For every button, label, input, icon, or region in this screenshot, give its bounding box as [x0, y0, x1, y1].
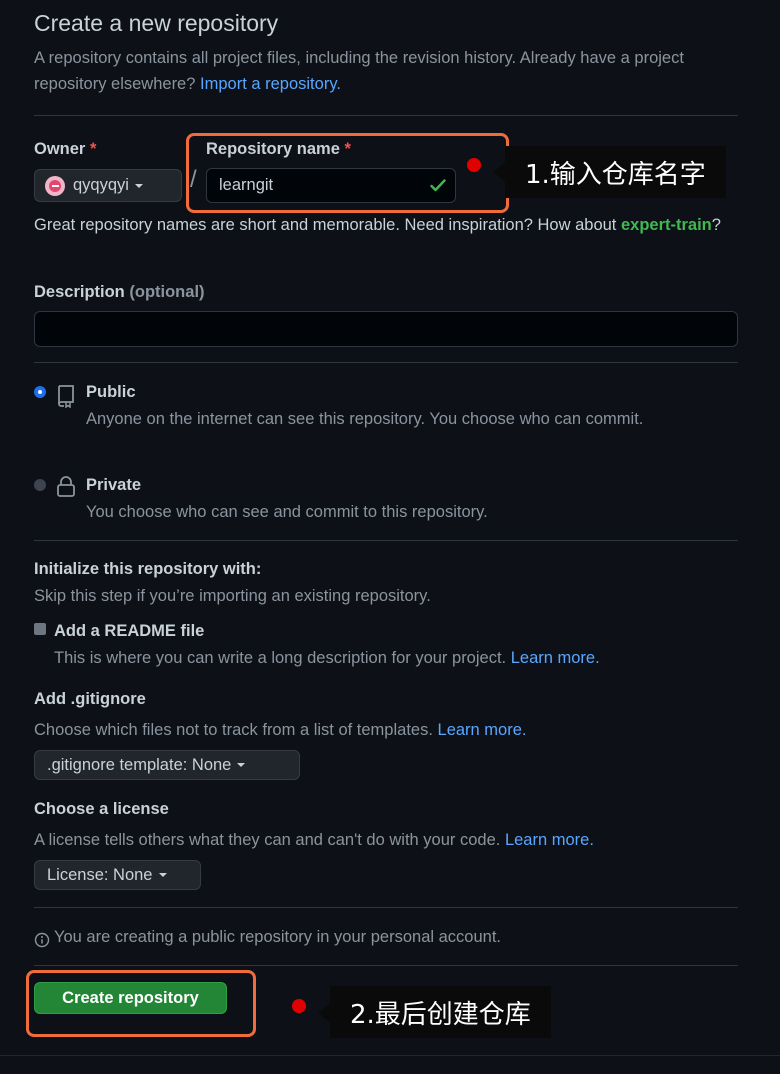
- gitignore-select-label: .gitignore template: None: [47, 755, 232, 774]
- repo-name-hint: Great repository names are short and mem…: [34, 212, 744, 238]
- callout-pointer: [318, 1003, 330, 1023]
- readme-title: Add a README file: [54, 622, 205, 640]
- repo-icon: [58, 385, 74, 408]
- public-title: Public: [86, 383, 136, 401]
- page-bottom-divider: [0, 1055, 780, 1056]
- owner-name: qyqyqyi: [73, 176, 129, 194]
- page-subtitle: A repository contains all project files,…: [34, 45, 734, 97]
- divider: [34, 115, 738, 116]
- repo-name-wrapper: [206, 168, 456, 203]
- divider: [34, 965, 738, 966]
- owner-label-text: Owner: [34, 140, 86, 158]
- gitignore-description: Choose which files not to track from a l…: [34, 717, 526, 743]
- lock-icon: [57, 476, 75, 497]
- license-select-label: License: None: [47, 865, 153, 884]
- chevron-down-icon: [134, 183, 143, 188]
- gitignore-desc-text: Choose which files not to track from a l…: [34, 721, 433, 739]
- visibility-notice: You are creating a public repository in …: [54, 928, 501, 946]
- private-radio[interactable]: [34, 479, 46, 491]
- description-input[interactable]: [34, 311, 738, 347]
- license-heading: Choose a license: [34, 800, 169, 818]
- owner-label: Owner *: [34, 140, 96, 159]
- optional-tag: (optional): [129, 283, 205, 301]
- license-desc-text: A license tells others what they can and…: [34, 831, 501, 849]
- divider: [34, 907, 738, 908]
- check-icon: [430, 179, 446, 192]
- initialize-subtext: Skip this step if you’re importing an ex…: [34, 587, 431, 605]
- annotation-marker: [467, 158, 481, 172]
- page-title: Create a new repository: [34, 10, 279, 36]
- description-label-text: Description: [34, 283, 125, 301]
- annotation-callout-1: 1.输入仓库名字: [505, 146, 726, 198]
- import-repository-link[interactable]: Import a repository.: [200, 75, 341, 93]
- readme-learn-more-link[interactable]: Learn more.: [511, 649, 600, 667]
- hint-text: Great repository names are short and mem…: [34, 216, 617, 234]
- public-description: Anyone on the internet can see this repo…: [86, 410, 644, 428]
- gitignore-select[interactable]: .gitignore template: None: [34, 750, 300, 780]
- info-icon: [34, 932, 50, 948]
- required-mark: *: [89, 140, 97, 158]
- private-description: You choose who can see and commit to thi…: [86, 503, 488, 521]
- readme-desc-text: This is where you can write a long descr…: [54, 649, 507, 667]
- avatar: [45, 175, 65, 196]
- license-learn-more-link[interactable]: Learn more.: [505, 831, 594, 849]
- divider: [34, 362, 738, 363]
- chevron-down-icon: [237, 763, 246, 767]
- description-label: Description (optional): [34, 283, 205, 302]
- repo-name-label-text: Repository name: [206, 140, 340, 158]
- repo-name-label: Repository name *: [206, 140, 351, 159]
- gitignore-learn-more-link[interactable]: Learn more.: [438, 721, 527, 739]
- annotation-callout-2: 2.最后创建仓库: [330, 986, 551, 1038]
- repo-name-input[interactable]: [206, 168, 456, 203]
- subtitle-text: A repository contains all project files,…: [34, 49, 684, 93]
- gitignore-heading: Add .gitignore: [34, 690, 146, 708]
- owner-select[interactable]: qyqyqyi: [34, 169, 182, 202]
- license-description: A license tells others what they can and…: [34, 827, 594, 853]
- license-select[interactable]: License: None: [34, 860, 201, 890]
- name-suggestion[interactable]: expert-train: [621, 216, 712, 234]
- chevron-down-icon: [158, 873, 167, 877]
- readme-description: This is where you can write a long descr…: [54, 645, 600, 671]
- private-title: Private: [86, 476, 142, 494]
- required-mark: *: [344, 140, 351, 158]
- public-radio[interactable]: [34, 386, 46, 398]
- divider: [34, 540, 738, 541]
- annotation-marker: [292, 999, 306, 1013]
- hint-suffix: ?: [711, 216, 721, 234]
- callout-pointer: [493, 162, 505, 182]
- create-repository-button[interactable]: Create repository: [34, 982, 227, 1014]
- readme-checkbox[interactable]: [34, 623, 46, 635]
- initialize-heading: Initialize this repository with:: [34, 560, 262, 578]
